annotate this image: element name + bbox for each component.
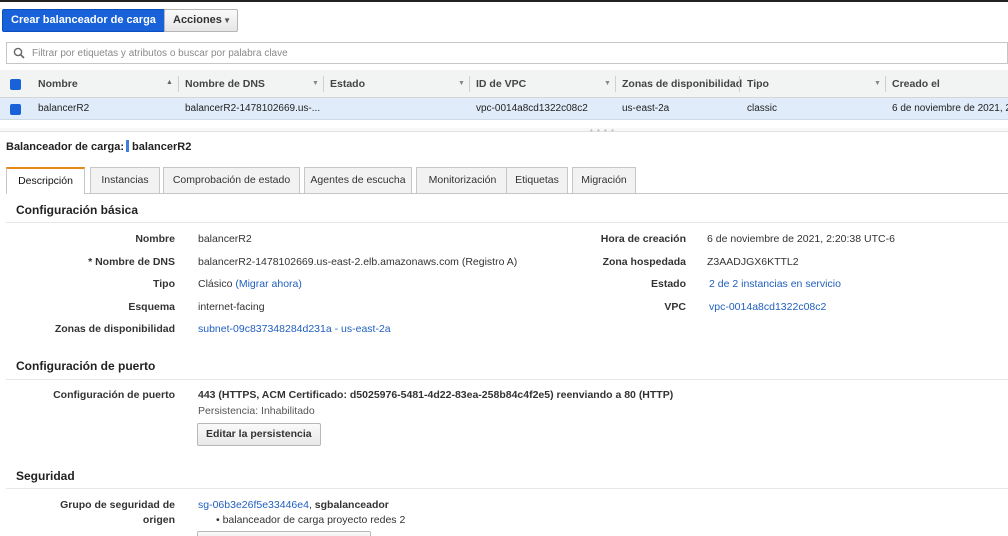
drag-handle-icon[interactable]: • • • • [590,126,615,135]
type-text: Clásico [198,278,233,290]
value-dns: balancerR2-1478102669.us-east-2.elb.amaz… [198,256,518,268]
label-state: Estado [650,278,686,290]
label-port: Configuración de puerto [53,389,175,401]
label-name: Nombre [135,233,175,245]
actions-label: Acciones [173,14,222,26]
tab-health-check[interactable]: Comprobación de estado [163,167,300,193]
security-group-description: • balanceador de carga proyecto redes 2 [216,514,406,526]
cell-type: classic [747,103,778,114]
pane-splitter[interactable]: • • • • [0,126,1008,135]
column-header-dns[interactable]: Nombre de DNS [185,78,265,90]
value-name: balancerR2 [198,233,252,245]
tab-migration[interactable]: Migración [572,167,636,193]
tab-monitoring[interactable]: Monitorización [416,167,509,193]
column-divider [739,76,740,92]
label-dns: * Nombre de DNS [88,256,175,268]
actions-dropdown-button[interactable]: Acciones ▼ [164,9,238,32]
section-title-basic: Configuración básica [16,203,139,217]
column-divider [885,76,886,92]
security-group-link[interactable]: sg-06b3e26f5e33446e4 [198,499,309,511]
divider [6,379,1008,380]
value-persistence: Persistencia: Inhabilitado [198,405,315,417]
search-input[interactable]: Filtrar por etiquetas y atributos o busc… [6,42,1008,64]
detail-title-prefix: Balanceador de carga: [6,141,124,153]
value-type: Clásico (Migrar ahora) [198,278,302,290]
column-divider [469,76,470,92]
divider [6,222,1008,223]
label-zones: Zonas de disponibilidad [54,323,175,335]
column-divider [323,76,324,92]
column-header-state[interactable]: Estado [330,78,365,90]
column-divider [615,76,616,92]
security-action-button[interactable] [197,531,371,536]
column-header-created[interactable]: Creado el [892,78,940,90]
divider [6,488,1008,489]
load-balancer-table: Nombre ▲ Nombre de DNS ▼ Estado ▼ ID de … [0,70,1008,130]
column-header-vpc[interactable]: ID de VPC [476,78,526,90]
value-port: 443 (HTTPS, ACM Certificado: d5025976-54… [198,389,674,401]
section-title-port: Configuración de puerto [16,359,156,373]
label-scheme: Esquema [128,301,175,313]
security-group-name: sgbalanceador [314,499,389,511]
cell-vpc: vpc-0014a8cd1322c08c2 [476,103,588,114]
sort-asc-icon[interactable]: ▲ [166,79,173,86]
label-hosted-zone: Zona hospedada [602,256,686,268]
create-load-balancer-button[interactable]: Crear balanceador de carga [2,9,165,32]
edit-persistence-button[interactable]: Editar la persistencia [197,423,321,446]
tab-tags[interactable]: Etiquetas [506,167,568,193]
column-header-name[interactable]: Nombre [38,78,78,90]
label-created: Hora de creación [600,233,686,245]
label-security-group-line1: Grupo de seguridad de [60,499,175,511]
chevron-down-icon[interactable]: ▼ [604,80,611,87]
detail-tabs: Descripción Instancias Comprobación de e… [6,167,1008,194]
search-icon [13,47,25,59]
tab-listeners[interactable]: Agentes de escucha [304,167,412,193]
value-hosted-zone: Z3AADJGX6KTTL2 [707,256,799,268]
chevron-down-icon[interactable]: ▼ [312,80,319,87]
chevron-down-icon: ▼ [223,16,231,25]
select-all-checkbox[interactable] [10,79,21,90]
cell-dns: balancerR2-1478102669.us-... [185,103,321,114]
column-header-type[interactable]: Tipo [747,78,769,90]
column-header-zones[interactable]: Zonas de disponibilidad [622,78,742,90]
title-marker [126,140,129,152]
zones-subnet-link[interactable]: subnet-09c837348284d231a - us-east-2a [198,323,391,335]
vpc-link[interactable]: vpc-0014a8cd1322c08c2 [709,301,826,313]
row-checkbox[interactable] [10,104,21,115]
cell-zones: us-east-2a [622,103,670,114]
chevron-down-icon[interactable]: ▼ [458,80,465,87]
tab-description[interactable]: Descripción [6,167,85,194]
label-security-group-line2: origen [142,514,175,526]
detail-title: Balanceador de carga: balancerR2 [6,140,191,153]
value-scheme: internet-facing [198,301,265,313]
section-title-security: Seguridad [16,469,75,483]
migrate-now-link[interactable]: (Migrar ahora) [235,278,302,290]
column-divider [178,76,179,92]
value-created: 6 de noviembre de 2021, 2:20:38 UTC-6 [707,233,895,245]
table-row[interactable]: balancerR2 balancerR2-1478102669.us-... … [0,98,1008,120]
table-header: Nombre ▲ Nombre de DNS ▼ Estado ▼ ID de … [0,70,1008,98]
top-toolbar: Crear balanceador de carga Acciones ▼ [0,0,1008,38]
label-vpc: VPC [664,301,686,313]
value-security-group: sg-06b3e26f5e33446e4, sgbalanceador [198,499,389,511]
cell-name: balancerR2 [38,103,90,114]
cell-created: 6 de noviembre de 2021, 2:2 [892,103,1008,114]
search-placeholder: Filtrar por etiquetas y atributos o busc… [32,48,288,59]
detail-title-name: balancerR2 [132,141,192,153]
label-type: Tipo [153,278,175,290]
instances-in-service-link[interactable]: 2 de 2 instancias en servicio [709,278,841,290]
chevron-down-icon[interactable]: ▼ [729,80,736,87]
tab-instances[interactable]: Instancias [90,167,160,193]
chevron-down-icon[interactable]: ▼ [874,80,881,87]
security-group-separator: , [308,499,312,511]
